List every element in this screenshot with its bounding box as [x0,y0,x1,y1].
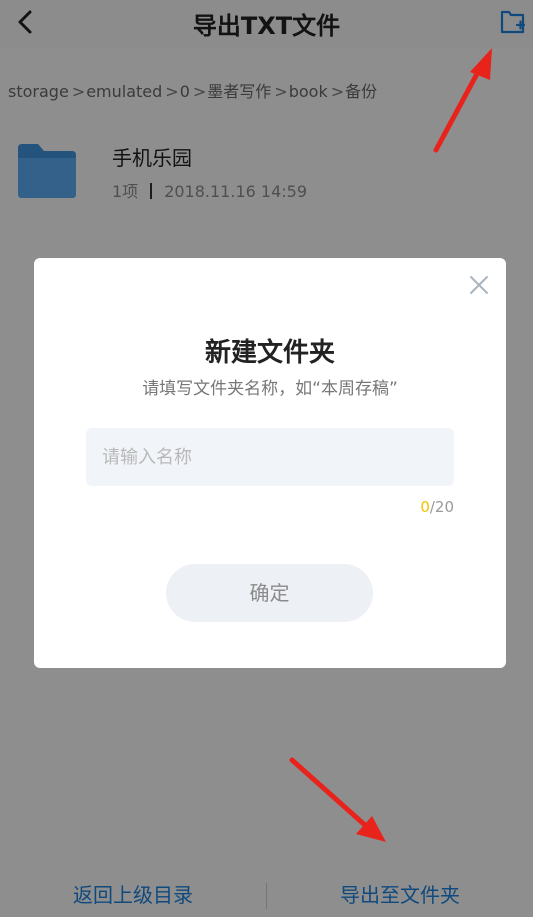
dialog-title: 新建文件夹 [204,338,335,368]
new-folder-dialog: 新建文件夹 请填写文件夹名称，如“本周存稿” 0/20 确定 [34,258,506,668]
folder-name-input[interactable] [86,428,454,486]
close-icon[interactable] [468,274,490,296]
dialog-subtitle: 请填写文件夹名称，如“本周存稿” [142,379,398,399]
char-count-max: /20 [429,498,454,516]
char-counter: 0/20 [420,498,454,516]
char-count-current: 0 [420,498,430,516]
confirm-button[interactable]: 确定 [166,564,373,622]
